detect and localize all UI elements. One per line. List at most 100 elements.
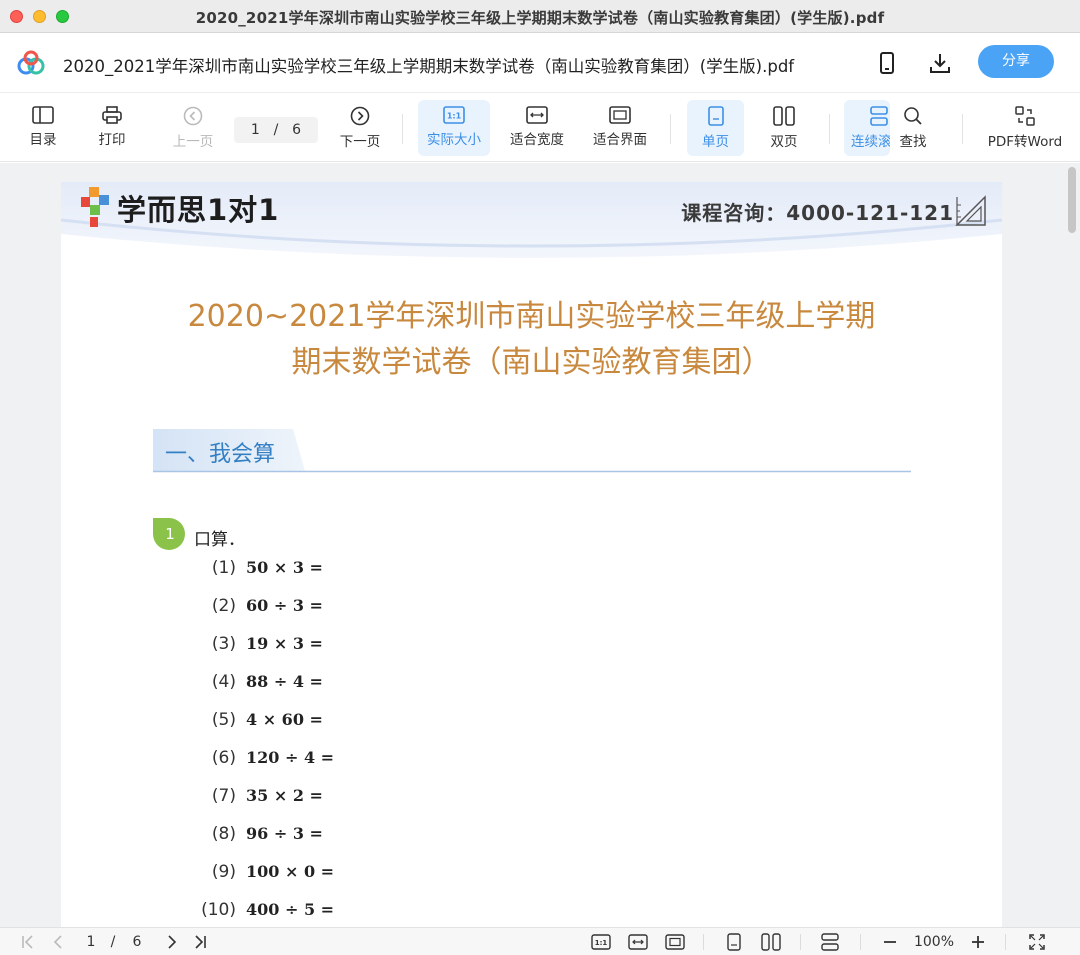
continuous-scroll-icon[interactable] bbox=[819, 932, 841, 952]
app-header: 2020_2021学年深圳市南山实验学校三年级上学期期末数学试卷（南山实验教育集… bbox=[0, 33, 1080, 93]
status-divider bbox=[800, 934, 801, 950]
problem-number: (3) bbox=[211, 634, 236, 654]
continuous-scroll-button[interactable]: 连续滚 bbox=[844, 100, 890, 156]
search-icon bbox=[904, 107, 922, 125]
actual-size-icon[interactable]: 1:1 bbox=[590, 932, 612, 952]
app-logo-icon bbox=[17, 50, 45, 75]
problem-number: (6) bbox=[211, 748, 236, 768]
page-number-input[interactable]: 1 / 6 bbox=[234, 117, 318, 143]
share-button[interactable]: 分享 bbox=[978, 45, 1054, 78]
problem-item: (7) 35 × 2 = bbox=[200, 786, 323, 806]
section-heading: 一、我会算 bbox=[153, 429, 911, 473]
status-divider bbox=[703, 934, 704, 950]
single-page-icon bbox=[707, 106, 724, 126]
status-divider bbox=[860, 934, 861, 950]
single-page-button[interactable]: 单页 bbox=[687, 100, 744, 156]
brand-name: 学而思1对1 bbox=[117, 193, 280, 227]
last-page-icon[interactable] bbox=[190, 932, 210, 952]
svg-text:1: 1 bbox=[165, 525, 175, 543]
problem-item: (2) 60 ÷ 3 = bbox=[200, 596, 323, 616]
fit-page-icon[interactable] bbox=[664, 932, 686, 952]
single-page-icon[interactable] bbox=[724, 932, 744, 952]
exam-title-line-2: 期末数学试卷（南山实验教育集团） bbox=[291, 345, 772, 380]
svg-text:1:1: 1:1 bbox=[447, 112, 462, 121]
problem-item: (6) 120 ÷ 4 = bbox=[200, 748, 334, 768]
problem-expression: 96 ÷ 3 = bbox=[246, 824, 323, 843]
status-divider bbox=[1005, 934, 1006, 950]
ruler-triangle-icon bbox=[955, 195, 986, 226]
problem-expression: 88 ÷ 4 = bbox=[246, 672, 323, 691]
toc-button[interactable]: 目录 bbox=[18, 100, 68, 156]
printer-icon bbox=[102, 106, 122, 124]
problem-number: (10) bbox=[201, 900, 236, 920]
fit-page-label: 适合界面 bbox=[593, 132, 647, 148]
actual-size-label: 实际大小 bbox=[427, 132, 481, 148]
window-title: 2020_2021学年深圳市南山实验学校三年级上学期期末数学试卷（南山实验教育集… bbox=[195, 9, 885, 27]
toolbar-divider bbox=[402, 114, 403, 144]
bottom-status-bar: 1 / 6 1:1 100% bbox=[0, 927, 1080, 955]
convert-icon bbox=[1015, 106, 1035, 126]
problem-number: (8) bbox=[211, 824, 236, 844]
problem-number: (5) bbox=[211, 710, 236, 730]
status-page-separator: / bbox=[110, 934, 116, 950]
exam-title-line-1: 2020~2021学年深圳市南山实验学校三年级上学期 bbox=[187, 299, 876, 334]
chevron-left-circle-icon bbox=[183, 106, 203, 126]
problem-item: (5) 4 × 60 = bbox=[200, 710, 323, 730]
fit-page-button[interactable]: 适合界面 bbox=[586, 100, 654, 156]
prev-page-button[interactable]: 上一页 bbox=[166, 100, 220, 156]
problem-expression: 50 × 3 = bbox=[246, 558, 323, 577]
single-page-label: 单页 bbox=[702, 134, 729, 150]
vertical-scrollbar[interactable] bbox=[1068, 167, 1076, 233]
toc-label: 目录 bbox=[29, 132, 57, 148]
total-pages: 6 bbox=[292, 122, 302, 138]
print-button[interactable]: 打印 bbox=[87, 100, 137, 156]
problem-number: (1) bbox=[211, 558, 236, 578]
problem-number: (7) bbox=[211, 786, 236, 806]
problem-item: (8) 96 ÷ 3 = bbox=[200, 824, 323, 844]
continuous-scroll-label: 连续滚 bbox=[851, 134, 890, 150]
zoom-in-icon[interactable] bbox=[968, 932, 988, 952]
fit-width-label: 适合宽度 bbox=[510, 132, 564, 148]
double-page-label: 双页 bbox=[770, 134, 798, 150]
double-page-icon[interactable] bbox=[760, 932, 782, 952]
prev-page-icon[interactable] bbox=[48, 932, 68, 952]
fit-width-button[interactable]: 适合宽度 bbox=[503, 100, 571, 156]
toolbar-divider bbox=[829, 114, 830, 144]
first-page-icon[interactable] bbox=[18, 932, 38, 952]
phone-icon[interactable] bbox=[874, 50, 900, 76]
pdf-to-word-label: PDF转Word bbox=[987, 134, 1063, 150]
find-button[interactable]: 查找 bbox=[890, 100, 936, 156]
brand-mark-icon bbox=[81, 187, 109, 227]
double-page-icon bbox=[773, 106, 795, 126]
next-page-icon[interactable] bbox=[162, 932, 182, 952]
zoom-level[interactable]: 100% bbox=[908, 932, 960, 952]
problem-expression: 60 ÷ 3 = bbox=[246, 596, 323, 615]
pdf-to-word-button[interactable]: PDF转Word bbox=[982, 100, 1068, 156]
status-current-page[interactable]: 1 bbox=[82, 932, 100, 952]
problem-number: (2) bbox=[211, 596, 236, 616]
hotline-text: 课程咨询：4000-121-121 bbox=[681, 201, 954, 225]
question-label: 口算． bbox=[194, 530, 245, 550]
toolbar-divider bbox=[670, 114, 671, 144]
double-page-button[interactable]: 双页 bbox=[757, 100, 811, 156]
fit-width-icon[interactable] bbox=[627, 932, 649, 952]
problem-item: (3) 19 × 3 = bbox=[200, 634, 323, 654]
status-total-pages: 6 bbox=[132, 934, 142, 950]
actual-size-button[interactable]: 1:1 实际大小 bbox=[418, 100, 490, 156]
next-page-label: 下一页 bbox=[339, 134, 381, 150]
problem-expression: 100 × 0 = bbox=[246, 862, 335, 881]
sidebar-icon bbox=[32, 106, 54, 124]
next-page-button[interactable]: 下一页 bbox=[333, 100, 387, 156]
document-title: 2020_2021学年深圳市南山实验学校三年级上学期期末数学试卷（南山实验教育集… bbox=[63, 57, 795, 76]
current-page: 1 bbox=[250, 122, 260, 138]
download-icon[interactable] bbox=[927, 50, 953, 76]
problem-number: (9) bbox=[211, 862, 236, 882]
problem-expression: 19 × 3 = bbox=[246, 634, 323, 653]
fullscreen-icon[interactable] bbox=[1027, 932, 1047, 952]
zoom-out-icon[interactable] bbox=[880, 932, 900, 952]
toolbar-divider bbox=[962, 114, 963, 144]
document-viewer[interactable]: 学而思1对1 课程咨询：4000-121-121 2020~2021学年深圳市南… bbox=[0, 163, 1080, 927]
problem-item: (4) 88 ÷ 4 = bbox=[200, 672, 323, 692]
fit-width-icon bbox=[526, 106, 548, 124]
problem-number: (4) bbox=[211, 672, 236, 692]
